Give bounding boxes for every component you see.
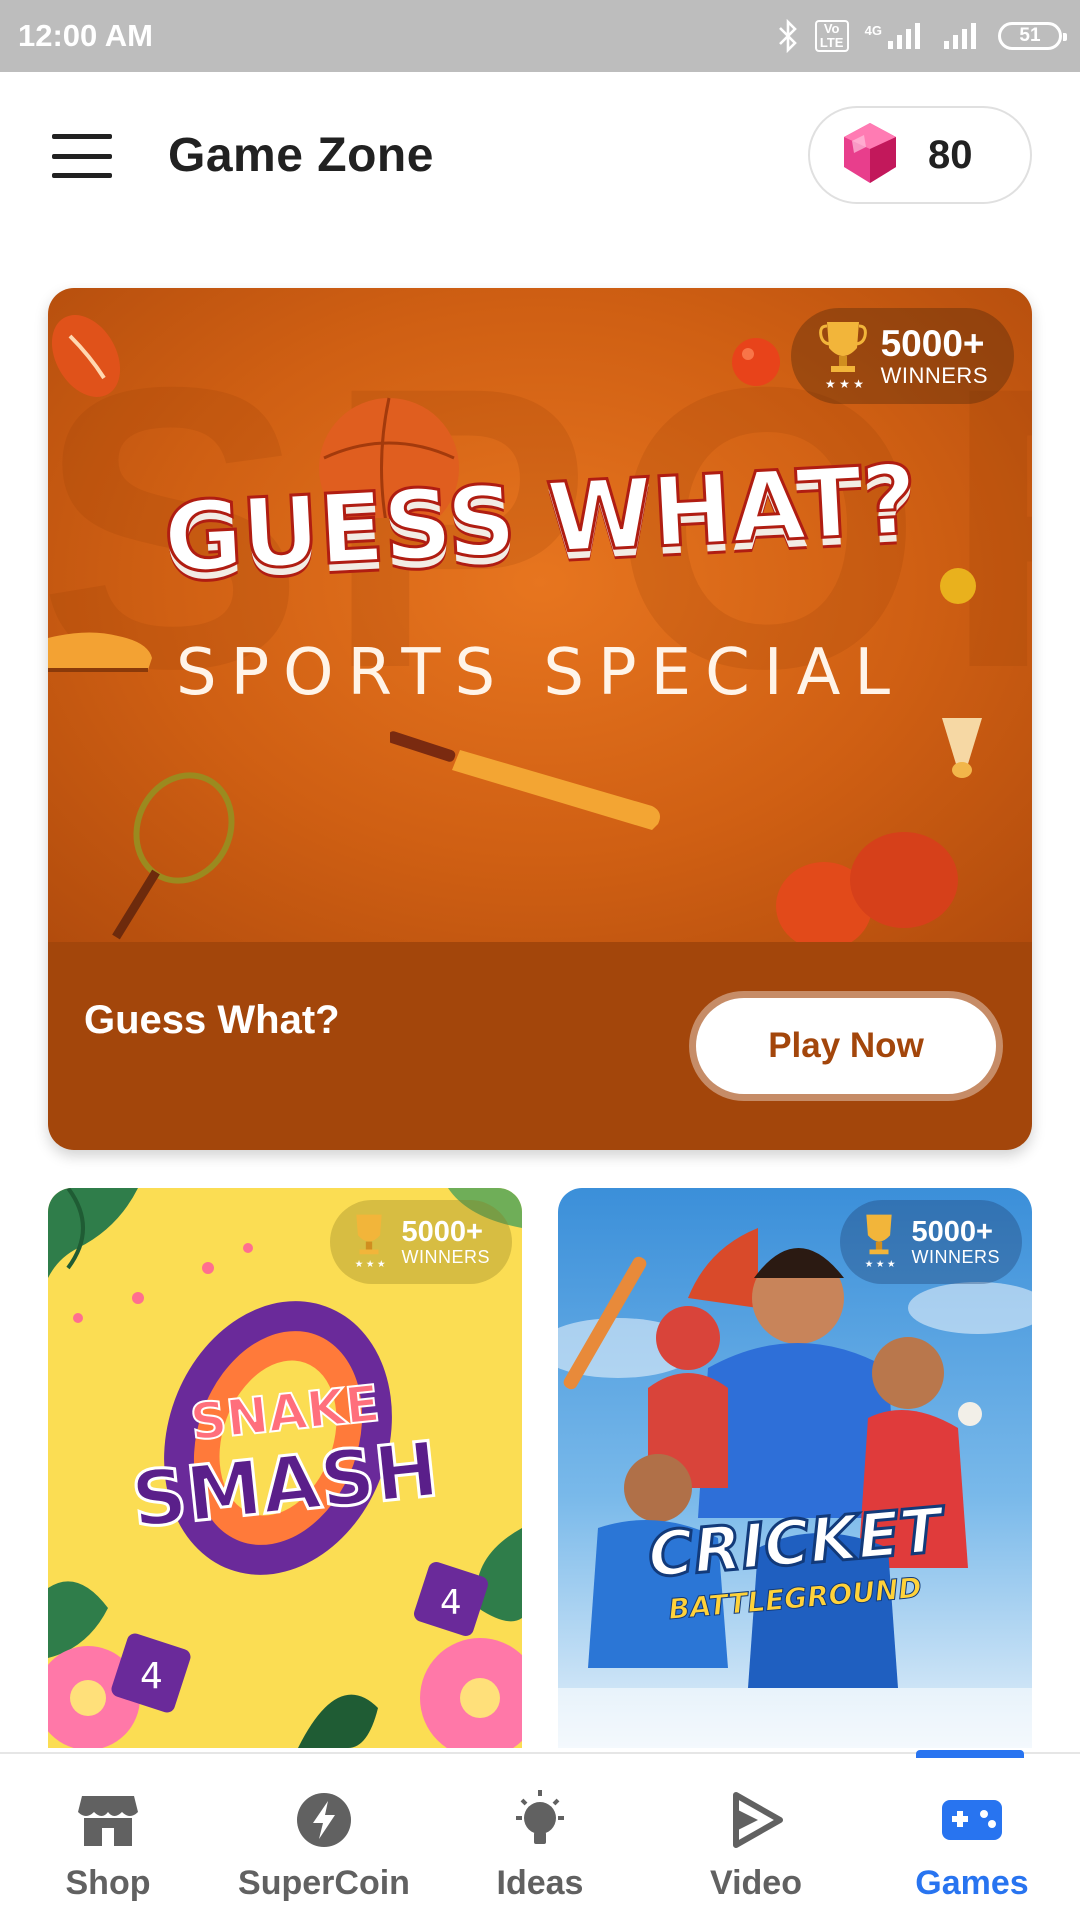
nav-item-video[interactable]: Video	[648, 1754, 864, 1920]
trophy-icon: ★ ★ ★	[818, 318, 867, 395]
nav-label: Video	[710, 1864, 802, 1902]
trophy-icon: ★ ★ ★	[860, 1210, 898, 1275]
cricket-bat-icon	[390, 731, 660, 830]
play-now-button[interactable]: Play Now	[696, 998, 996, 1094]
winners-count: 5000+	[880, 323, 985, 365]
winners-badge: ★ ★ ★ 5000+ WINNERS	[790, 308, 1014, 404]
nav-label: Shop	[65, 1864, 151, 1902]
status-icons: Vo LTE 4G 51	[777, 19, 1067, 53]
featured-card-footer: Guess What? Play Now	[48, 942, 1032, 1150]
volte-icon: Vo LTE	[814, 20, 849, 52]
menu-button[interactable]	[52, 134, 112, 178]
status-bar: 12:00 AM Vo LTE 4G 51	[0, 0, 1080, 72]
bluetooth-icon	[777, 19, 799, 53]
signal-icon-2	[942, 21, 982, 51]
tennis-racket-icon	[112, 772, 235, 940]
winners-badge: ★ ★ ★ 5000+ WINNERS	[329, 1200, 512, 1284]
nav-label: SuperCoin	[238, 1864, 410, 1902]
tennis-ball-icon	[940, 568, 976, 604]
featured-game-banner: SPORTS	[48, 288, 1032, 942]
svg-text:4: 4	[140, 1656, 163, 1697]
active-tab-indicator	[916, 1750, 1024, 1758]
battery-indicator: 51	[998, 22, 1067, 50]
svg-text:★ ★ ★: ★ ★ ★	[354, 1258, 385, 1269]
nav-item-shop[interactable]: Shop	[0, 1754, 216, 1920]
winners-label: WINNERS	[401, 1246, 490, 1267]
app-bar: Game Zone 80	[0, 72, 1080, 242]
red-ball-icon	[732, 338, 780, 386]
page-title: Game Zone	[168, 129, 434, 182]
signal-icon	[886, 21, 926, 51]
game-logo-subtitle: SPORTS SPECIAL	[175, 636, 905, 710]
gamepad-icon	[940, 1788, 1004, 1852]
svg-text:★ ★ ★: ★ ★ ★	[864, 1258, 895, 1269]
svg-text:★ ★ ★: ★ ★ ★	[825, 377, 864, 390]
boxing-gloves-icon	[776, 832, 958, 942]
shuttlecock-icon	[942, 718, 982, 778]
svg-text:4: 4	[440, 1583, 462, 1623]
coin-count: 80	[928, 132, 973, 177]
network-type-label: 4G	[864, 23, 882, 38]
nav-label: Ideas	[496, 1864, 584, 1902]
store-icon	[76, 1788, 140, 1852]
winners-badge: ★ ★ ★ 5000+ WINNERS	[839, 1200, 1022, 1284]
winners-label: WINNERS	[911, 1246, 1000, 1267]
status-time: 12:00 AM	[18, 18, 153, 53]
rugby-ball-icon	[51, 315, 121, 397]
winners-count: 5000+	[401, 1216, 483, 1249]
winners-label: WINNERS	[880, 362, 988, 388]
coin-balance-button[interactable]: 80	[808, 106, 1032, 204]
game-tile-snake-smash[interactable]: 4 4 ★ ★ ★ 5000+ WINNERS SNAKE SMASH	[48, 1188, 522, 1748]
featured-game-name: Guess What?	[84, 998, 340, 1042]
hamburger-icon	[52, 134, 112, 139]
lightning-icon	[292, 1788, 356, 1852]
nav-item-supercoin[interactable]: SuperCoin	[216, 1754, 432, 1920]
winners-count: 5000+	[911, 1216, 993, 1249]
bottom-navigation: Shop SuperCoin Ideas Video Games	[0, 1750, 1080, 1920]
nav-item-games[interactable]: Games	[864, 1750, 1080, 1920]
nav-label: Games	[915, 1864, 1029, 1902]
pink-gem-icon	[840, 121, 900, 190]
game-tile-cricket-battleground[interactable]: ★ ★ ★ 5000+ WINNERS CRICKET BATTLEGROUND	[558, 1188, 1032, 1748]
play-icon	[724, 1788, 788, 1852]
featured-game-card[interactable]: SPORTS	[48, 288, 1032, 1150]
nav-item-ideas[interactable]: Ideas	[432, 1754, 648, 1920]
trophy-icon: ★ ★ ★	[350, 1210, 388, 1275]
lightbulb-icon	[508, 1788, 572, 1852]
